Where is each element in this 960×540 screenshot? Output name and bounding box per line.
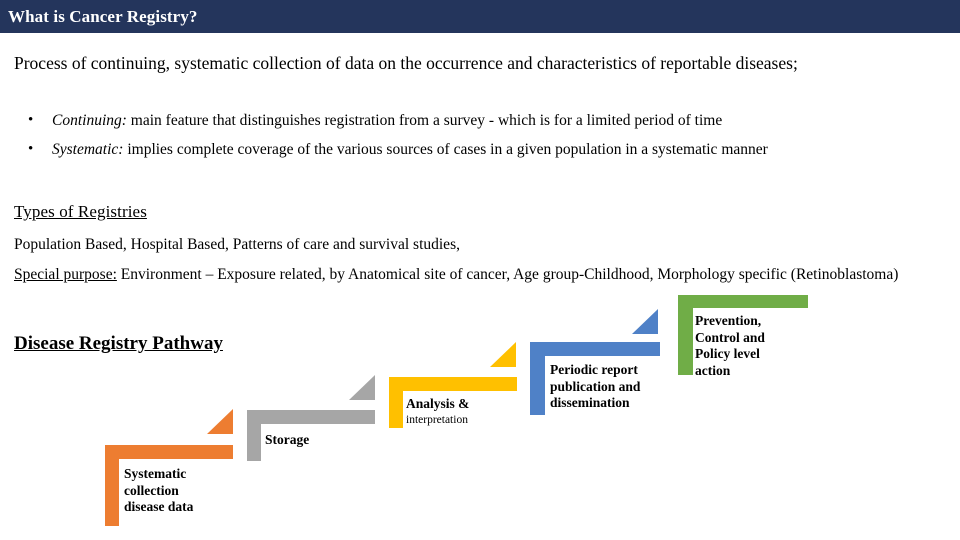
step-bar-vertical [105,445,119,526]
step-arrow-icon [207,409,233,434]
step-label-line: Analysis & [406,396,470,411]
disease-registry-pathway-diagram: Disease Registry Pathway Systematic coll… [0,0,960,540]
step-label-line: Systematic [124,466,187,481]
step-label-line: action [695,362,731,378]
step-label-line: dissemination [550,395,630,410]
step-label: Prevention, Control and Policy level act… [695,313,765,379]
step-label-subline: interpretation [406,413,468,426]
diagram-heading: Disease Registry Pathway [14,333,223,354]
step-label-line: publication and [550,378,641,394]
step-bar-vertical [530,342,545,415]
step-label-line: collection [124,482,179,498]
step-label-line: Prevention, [695,313,762,328]
step-bar-horizontal [678,295,808,308]
step-arrow-icon [349,375,375,400]
step-label: Storage [265,432,309,449]
step-label-line: Control and [695,329,765,345]
step-label: Systematic collection disease data [124,466,193,516]
step-arrow-icon [490,342,516,367]
step-label-line: disease data [124,499,194,514]
step-label: Periodic report publication and dissemin… [550,362,640,412]
step-bar-horizontal [105,445,233,459]
slide-canvas: What is Cancer Registry? Process of cont… [0,0,960,540]
step-bar-horizontal [530,342,660,356]
step-bar-vertical [247,410,261,461]
step-bar-vertical [389,377,403,428]
step-label-line: Policy level [695,346,760,361]
step-bar-horizontal [389,377,517,391]
step-label: Analysis & interpretation [406,396,469,428]
step-bar-vertical [678,295,693,375]
step-arrow-icon [632,309,658,334]
step-label-line: Storage [265,432,310,447]
step-label-line: Periodic report [550,362,638,377]
step-bar-horizontal [247,410,375,424]
